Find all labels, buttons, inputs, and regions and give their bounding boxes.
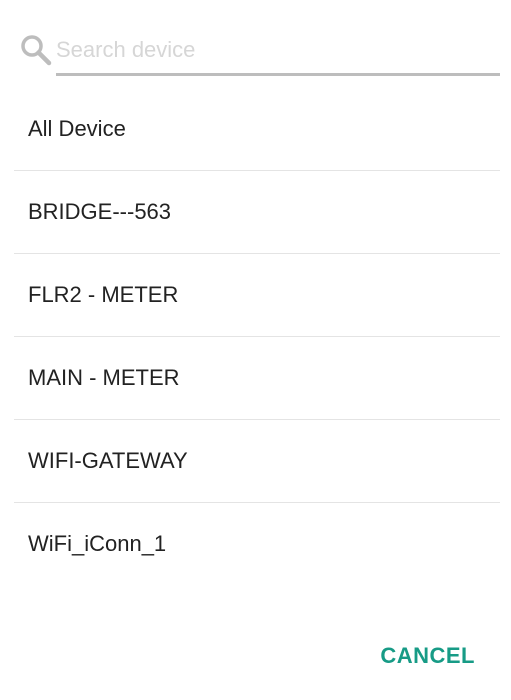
- search-input[interactable]: [56, 30, 498, 70]
- list-item[interactable]: WIFI-GATEWAY: [14, 420, 500, 503]
- list-item[interactable]: MAIN - METER: [14, 337, 500, 420]
- device-picker-dialog: All Device BRIDGE---563 FLR2 - METER MAI…: [0, 0, 511, 700]
- list-item[interactable]: All Device: [14, 88, 500, 171]
- list-item[interactable]: BRIDGE---563: [14, 171, 500, 254]
- cancel-button[interactable]: CANCEL: [380, 643, 475, 669]
- search-bar: [14, 26, 500, 78]
- list-item[interactable]: WiFi_iConn_1: [14, 503, 500, 585]
- search-underline: [56, 73, 500, 76]
- search-icon: [18, 32, 54, 68]
- device-list: All Device BRIDGE---563 FLR2 - METER MAI…: [14, 88, 500, 585]
- list-item[interactable]: FLR2 - METER: [14, 254, 500, 337]
